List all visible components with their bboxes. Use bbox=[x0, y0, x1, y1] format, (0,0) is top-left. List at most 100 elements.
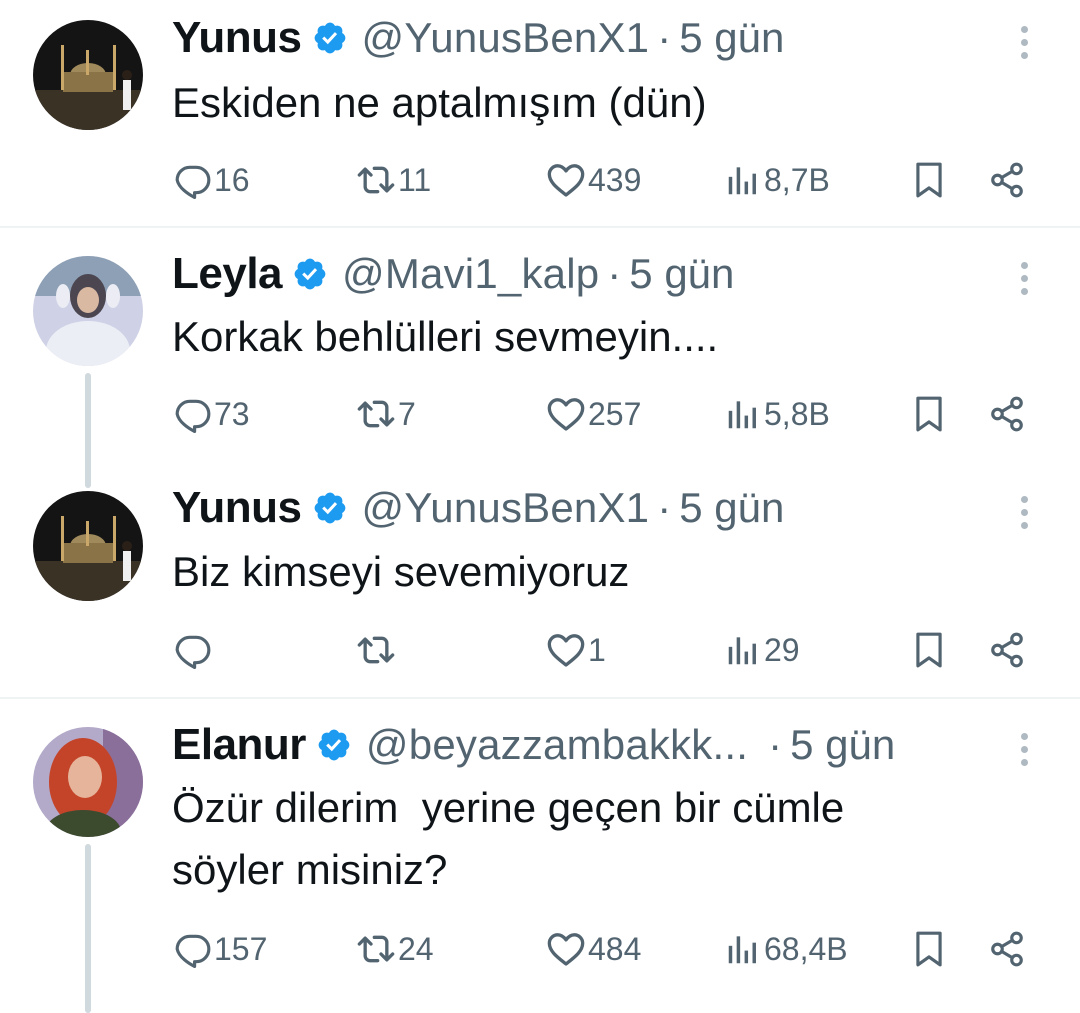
user-handle[interactable]: @beyazzambakkk... bbox=[366, 721, 748, 769]
views-button[interactable]: 5,8B bbox=[724, 389, 830, 439]
like-button[interactable]: 439 bbox=[546, 155, 641, 205]
display-name[interactable]: Yunus bbox=[172, 13, 302, 63]
views-icon bbox=[724, 930, 762, 968]
views-count: 8,7B bbox=[764, 161, 830, 198]
views-icon bbox=[724, 631, 762, 669]
display-name[interactable]: Leyla bbox=[172, 249, 283, 299]
more-options-icon[interactable] bbox=[1018, 733, 1030, 773]
more-options-icon[interactable] bbox=[1018, 262, 1030, 302]
share-button[interactable] bbox=[988, 155, 1026, 205]
bookmark-icon bbox=[910, 631, 948, 669]
avatar[interactable] bbox=[33, 256, 143, 366]
separator-dot: · bbox=[657, 14, 672, 61]
like-count: 484 bbox=[588, 930, 642, 967]
reply-count: 73 bbox=[214, 395, 250, 432]
separator-dot: · bbox=[657, 484, 672, 531]
tweet-actions: 1 29 bbox=[0, 625, 1080, 675]
share-icon bbox=[988, 930, 1026, 968]
verified-badge-icon bbox=[316, 727, 352, 763]
user-handle[interactable]: @YunusBenX1 bbox=[362, 14, 650, 62]
views-count: 29 bbox=[764, 631, 800, 668]
views-count: 68,4B bbox=[764, 930, 848, 967]
retweet-count: 24 bbox=[398, 930, 434, 967]
tweet-actions: 16 11 439 8,7B bbox=[0, 155, 1080, 205]
reply-icon bbox=[174, 161, 212, 199]
avatar-mosque-night-image bbox=[33, 491, 143, 601]
bookmark-button[interactable] bbox=[910, 155, 948, 205]
like-count: 1 bbox=[588, 631, 606, 668]
more-options-icon[interactable] bbox=[1018, 26, 1030, 66]
views-button[interactable]: 29 bbox=[724, 625, 800, 675]
retweet-button[interactable]: 24 bbox=[356, 924, 434, 974]
user-handle[interactable]: @Mavi1_kalp bbox=[342, 250, 599, 298]
tweet-header: Yunus @YunusBenX1 · 5 gün bbox=[172, 478, 784, 538]
heart-icon bbox=[546, 394, 586, 434]
like-button[interactable]: 484 bbox=[546, 924, 641, 974]
like-button[interactable]: 1 bbox=[546, 625, 606, 675]
reply-button[interactable]: 157 bbox=[174, 924, 267, 974]
reply-button[interactable] bbox=[174, 625, 214, 675]
bookmark-button[interactable] bbox=[910, 389, 948, 439]
tweet-header: Elanur @beyazzambakkk... · 5 gün bbox=[172, 715, 895, 775]
verified-badge-icon bbox=[292, 256, 328, 292]
reply-icon bbox=[174, 930, 212, 968]
avatar-woman-hijab-image bbox=[33, 256, 143, 366]
share-icon bbox=[988, 161, 1026, 199]
tweet-text: Korkak behlülleri sevmeyin.... bbox=[172, 313, 719, 360]
reply-icon bbox=[174, 631, 212, 669]
tweet-header: Yunus @YunusBenX1 · 5 gün bbox=[172, 8, 784, 68]
reply-count: 16 bbox=[214, 161, 250, 198]
timestamp[interactable]: 5 gün bbox=[679, 14, 784, 62]
retweet-button[interactable] bbox=[356, 625, 398, 675]
share-button[interactable] bbox=[988, 924, 1026, 974]
reply-count: 157 bbox=[214, 930, 268, 967]
bookmark-icon bbox=[910, 395, 948, 433]
timestamp[interactable]: 5 gün bbox=[629, 250, 734, 298]
like-count: 439 bbox=[588, 161, 642, 198]
avatar[interactable] bbox=[33, 727, 143, 837]
tweet[interactable]: Elanur @beyazzambakkk... · 5 gün Özür di… bbox=[0, 699, 1080, 1013]
avatar-redhead-woman-image bbox=[33, 727, 143, 837]
tweet[interactable]: Leyla @Mavi1_kalp · 5 gün Korkak behlüll… bbox=[0, 228, 1080, 698]
avatar[interactable] bbox=[33, 20, 143, 130]
user-handle[interactable]: @YunusBenX1 bbox=[362, 484, 650, 532]
share-button[interactable] bbox=[988, 389, 1026, 439]
timestamp[interactable]: 5 gün bbox=[790, 721, 895, 769]
retweet-button[interactable]: 7 bbox=[356, 389, 416, 439]
more-options-icon[interactable] bbox=[1018, 496, 1030, 536]
retweet-count: 7 bbox=[398, 395, 416, 432]
verified-badge-icon bbox=[312, 20, 348, 56]
like-button[interactable]: 257 bbox=[546, 389, 641, 439]
retweet-icon bbox=[356, 929, 396, 969]
tweet-actions: 73 7 257 5,8B bbox=[0, 389, 1080, 439]
avatar[interactable] bbox=[33, 491, 143, 601]
bookmark-button[interactable] bbox=[910, 924, 948, 974]
retweet-icon bbox=[356, 630, 396, 670]
tweet[interactable]: Yunus @YunusBenX1 · 5 gün Eskiden ne apt… bbox=[0, 0, 1080, 228]
views-icon bbox=[724, 161, 762, 199]
avatar-mosque-night-image bbox=[33, 20, 143, 130]
bookmark-icon bbox=[910, 161, 948, 199]
retweet-count: 11 bbox=[398, 161, 432, 198]
display-name[interactable]: Yunus bbox=[172, 483, 302, 533]
views-button[interactable]: 8,7B bbox=[724, 155, 830, 205]
share-icon bbox=[988, 395, 1026, 433]
tweet-actions: 157 24 484 68,4B bbox=[0, 924, 1080, 974]
retweet-icon bbox=[356, 394, 396, 434]
views-button[interactable]: 68,4B bbox=[724, 924, 848, 974]
views-count: 5,8B bbox=[764, 395, 830, 432]
bookmark-icon bbox=[910, 930, 948, 968]
separator-dot: · bbox=[607, 250, 622, 297]
heart-icon bbox=[546, 630, 586, 670]
reply-button[interactable]: 16 bbox=[174, 155, 250, 205]
reply-button[interactable]: 73 bbox=[174, 389, 250, 439]
reply-icon bbox=[174, 395, 212, 433]
retweet-button[interactable]: 11 bbox=[356, 155, 431, 205]
tweet-text: Eskiden ne aptalmışım (dün) bbox=[172, 79, 707, 126]
verified-badge-icon bbox=[312, 490, 348, 526]
display-name[interactable]: Elanur bbox=[172, 720, 306, 770]
share-button[interactable] bbox=[988, 625, 1026, 675]
like-count: 257 bbox=[588, 395, 642, 432]
timestamp[interactable]: 5 gün bbox=[679, 484, 784, 532]
bookmark-button[interactable] bbox=[910, 625, 948, 675]
